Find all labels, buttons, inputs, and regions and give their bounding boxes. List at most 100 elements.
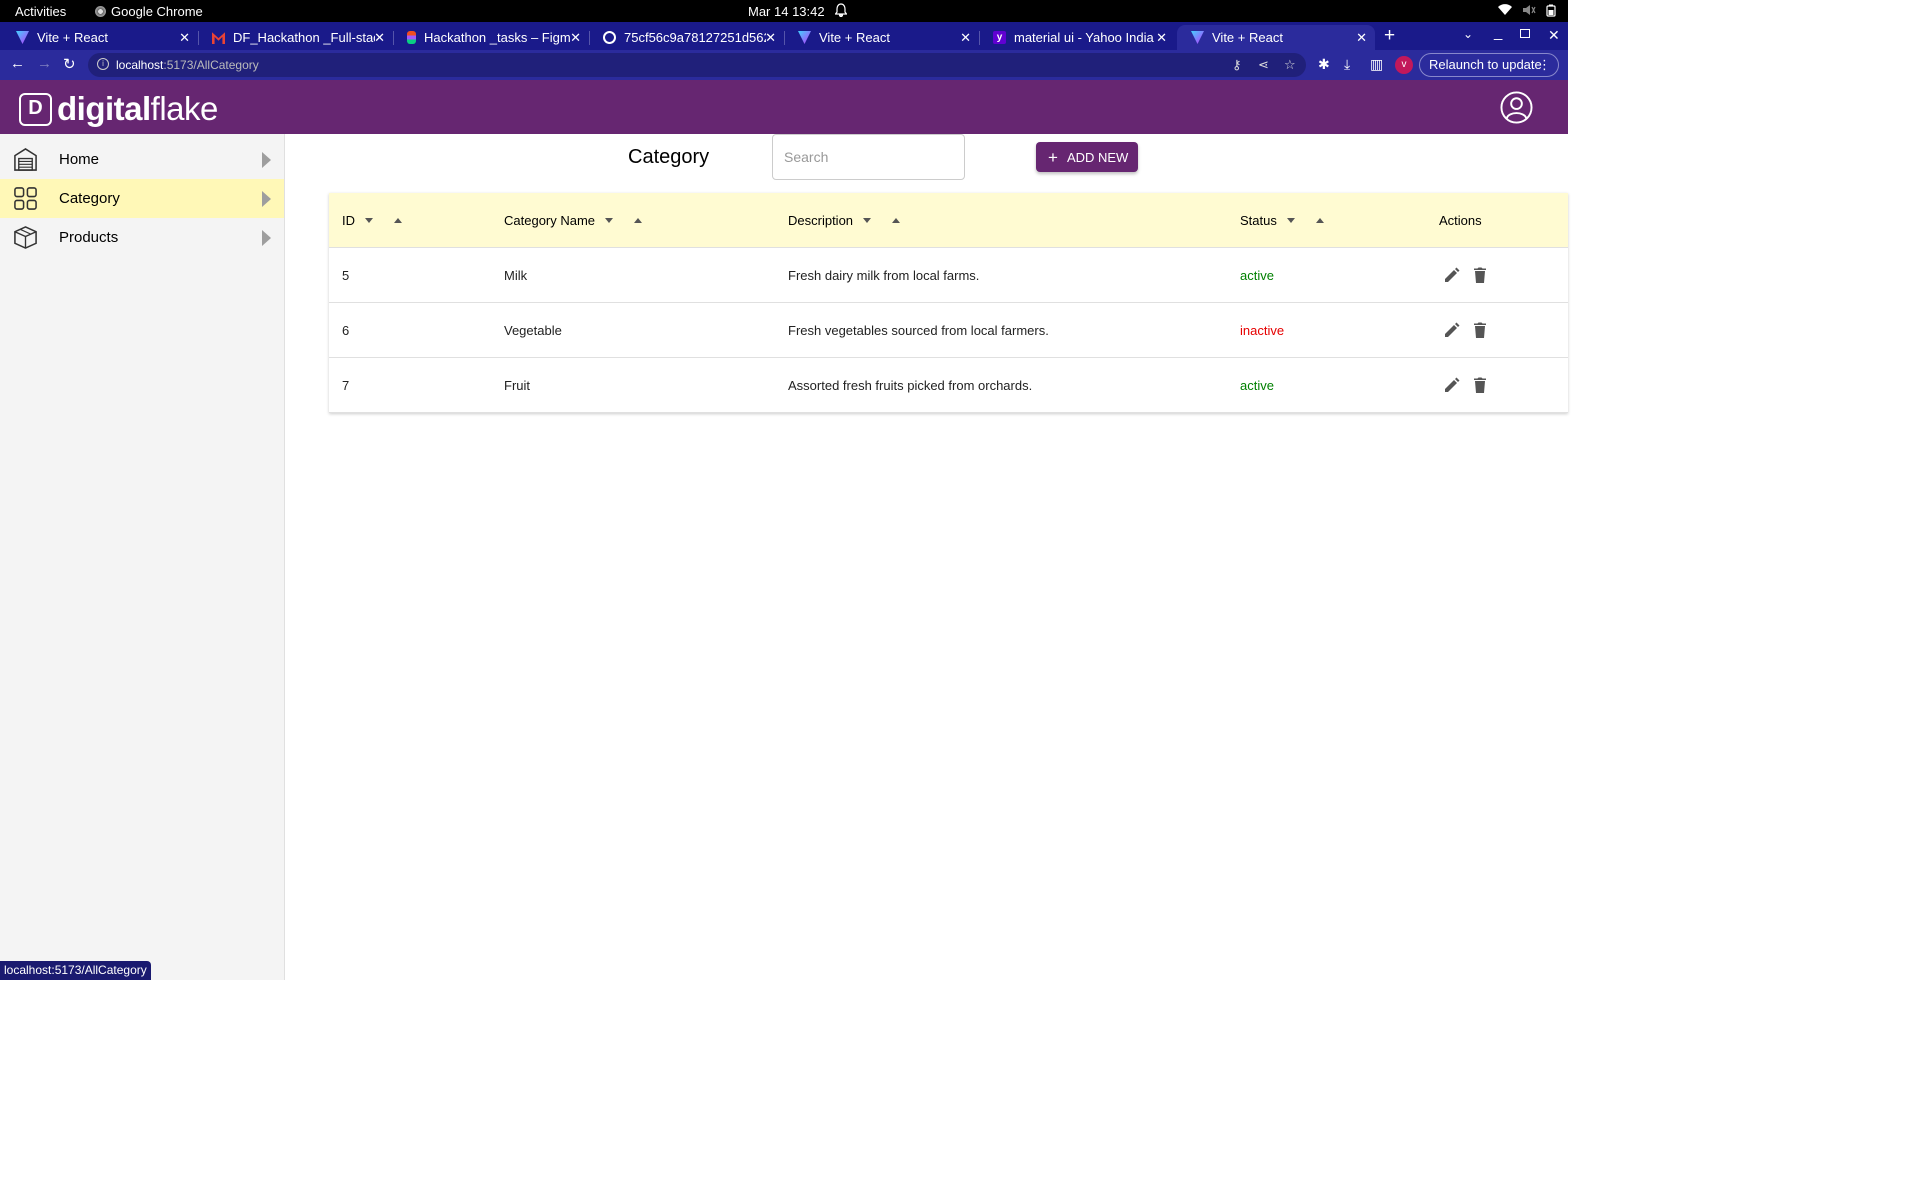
system-tray[interactable] xyxy=(1498,4,1556,17)
page-title: Category xyxy=(628,146,710,168)
column-header-category-name[interactable]: Category Name xyxy=(504,213,643,228)
grid-icon xyxy=(14,187,37,210)
tab-yahoo[interactable]: y material ui - Yahoo India S ✕ xyxy=(979,25,1175,50)
sort-ascending-icon[interactable] xyxy=(892,218,901,223)
window-close-icon[interactable]: ✕ xyxy=(1548,27,1560,44)
sidebar-item-label: Products xyxy=(59,229,119,246)
tab-vite-react-1[interactable]: Vite + React ✕ xyxy=(2,25,199,50)
reload-icon[interactable]: ↻ xyxy=(63,55,76,73)
more-menu-icon[interactable]: ⋮ xyxy=(1538,54,1551,76)
url-path: :5173/AllCategory xyxy=(163,58,259,72)
bookmark-star-icon[interactable]: ☆ xyxy=(1284,57,1296,73)
close-icon[interactable]: ✕ xyxy=(1356,30,1367,46)
sidebar-item-category[interactable]: Category xyxy=(0,179,284,218)
forward-arrow-icon[interactable]: → xyxy=(37,55,52,72)
relaunch-label: Relaunch to update xyxy=(1429,57,1542,72)
chrome-icon xyxy=(95,6,106,17)
tab-hash[interactable]: 75cf56c9a78127251d562b ✕ xyxy=(589,25,785,50)
tab-figma[interactable]: Hackathon _tasks – Figma ✕ xyxy=(393,25,590,50)
chevron-right-icon xyxy=(262,152,271,168)
key-icon[interactable]: ⚷ xyxy=(1232,57,1242,73)
close-icon[interactable]: ✕ xyxy=(1156,30,1167,46)
add-new-button[interactable]: + ADD NEW xyxy=(1036,142,1138,172)
edit-pencil-icon[interactable] xyxy=(1443,321,1461,339)
vite-icon xyxy=(1191,31,1204,44)
app-name: Google Chrome xyxy=(111,4,203,19)
cell-category-name: Fruit xyxy=(504,378,530,393)
cell-id: 7 xyxy=(342,378,350,393)
maximize-icon[interactable] xyxy=(1520,29,1530,38)
logo-text: digitalflake xyxy=(57,90,218,128)
sort-descending-icon[interactable] xyxy=(365,218,373,223)
sort-ascending-icon[interactable] xyxy=(1315,218,1324,223)
close-icon[interactable]: ✕ xyxy=(960,30,971,46)
new-tab-button[interactable]: + xyxy=(1384,25,1395,47)
address-bar[interactable]: i localhost:5173/AllCategory ⚷ ⋖ ☆ xyxy=(88,53,1306,77)
search-input[interactable] xyxy=(772,134,965,180)
site-info-icon[interactable]: i xyxy=(97,58,109,70)
side-panel-icon[interactable]: ▥ xyxy=(1370,56,1383,73)
table-row: 6 Vegetable Fresh vegetables sourced fro… xyxy=(329,303,1568,358)
tab-strip: Vite + React ✕ DF_Hackathon _Full-stac ✕… xyxy=(0,22,1568,50)
sort-ascending-icon[interactable] xyxy=(634,218,643,223)
column-header-label: ID xyxy=(342,213,355,228)
tab-label: Hackathon _tasks – Figma xyxy=(424,30,570,45)
close-icon[interactable]: ✕ xyxy=(179,30,190,46)
table-header: ID Category Name Description Status Acti… xyxy=(329,193,1568,248)
cell-category-name: Vegetable xyxy=(504,323,562,338)
column-header-status[interactable]: Status xyxy=(1240,213,1324,228)
delete-trash-icon[interactable] xyxy=(1471,321,1489,339)
tab-label: Vite + React xyxy=(1212,30,1283,45)
cell-description: Fresh dairy milk from local farms. xyxy=(788,268,980,283)
figma-icon xyxy=(407,31,416,44)
tab-label: material ui - Yahoo India S xyxy=(1014,30,1158,45)
tab-gmail[interactable]: DF_Hackathon _Full-stac ✕ xyxy=(198,25,394,50)
box-icon xyxy=(14,226,37,249)
bell-icon xyxy=(834,3,848,20)
column-header-label: Actions xyxy=(1439,213,1482,228)
column-header-id[interactable]: ID xyxy=(342,213,402,228)
wifi-icon xyxy=(1498,4,1512,16)
digitalflake-logo[interactable]: D digitalflake xyxy=(19,90,218,128)
cell-status: active xyxy=(1240,268,1274,283)
column-header-description[interactable]: Description xyxy=(788,213,901,228)
app-header: D digitalflake xyxy=(0,80,1568,134)
close-icon[interactable]: ✕ xyxy=(374,30,385,46)
profile-avatar[interactable]: v xyxy=(1395,56,1413,74)
sort-ascending-icon[interactable] xyxy=(394,218,402,223)
activities-button[interactable]: Activities xyxy=(15,4,66,19)
sidebar-item-home[interactable]: Home xyxy=(0,140,284,179)
cell-status: active xyxy=(1240,378,1274,393)
category-table: ID Category Name Description Status Acti… xyxy=(329,193,1568,413)
tab-vite-react-active[interactable]: Vite + React ✕ xyxy=(1177,25,1375,50)
edit-pencil-icon[interactable] xyxy=(1443,376,1461,394)
url-text[interactable]: localhost:5173/AllCategory xyxy=(116,58,259,72)
table-row: 7 Fruit Assorted fresh fruits picked fro… xyxy=(329,358,1568,413)
minimize-icon[interactable]: _ xyxy=(1494,24,1502,41)
cell-description: Fresh vegetables sourced from local farm… xyxy=(788,323,1049,338)
sort-descending-icon[interactable] xyxy=(605,218,614,223)
edit-pencil-icon[interactable] xyxy=(1443,266,1461,284)
close-icon[interactable]: ✕ xyxy=(765,30,776,46)
tab-search-chevron-icon[interactable]: ⌄ xyxy=(1463,27,1473,41)
download-icon[interactable]: ⤓ xyxy=(1344,56,1350,73)
delete-trash-icon[interactable] xyxy=(1471,266,1489,284)
delete-trash-icon[interactable] xyxy=(1471,376,1489,394)
clock[interactable]: Mar 14 13:42 xyxy=(748,4,825,19)
logo-text-bold: digital xyxy=(57,90,151,127)
cell-id: 5 xyxy=(342,268,350,283)
tab-vite-react-2[interactable]: Vite + React ✕ xyxy=(784,25,980,50)
app-menu[interactable]: Google Chrome xyxy=(95,4,203,19)
column-header-label: Status xyxy=(1240,213,1277,228)
sort-descending-icon[interactable] xyxy=(1286,218,1295,223)
back-arrow-icon[interactable]: ← xyxy=(10,55,25,72)
share-icon[interactable]: ⋖ xyxy=(1258,57,1269,73)
extensions-icon[interactable]: ✱ xyxy=(1318,56,1330,73)
sort-descending-icon[interactable] xyxy=(863,218,872,223)
volume-icon xyxy=(1523,5,1536,15)
relaunch-button[interactable]: Relaunch to update ⋮ xyxy=(1419,53,1559,77)
sidebar-item-label: Category xyxy=(59,190,120,207)
sidebar-item-products[interactable]: Products xyxy=(0,218,284,257)
user-account-icon[interactable] xyxy=(1500,91,1533,124)
close-icon[interactable]: ✕ xyxy=(570,30,581,46)
